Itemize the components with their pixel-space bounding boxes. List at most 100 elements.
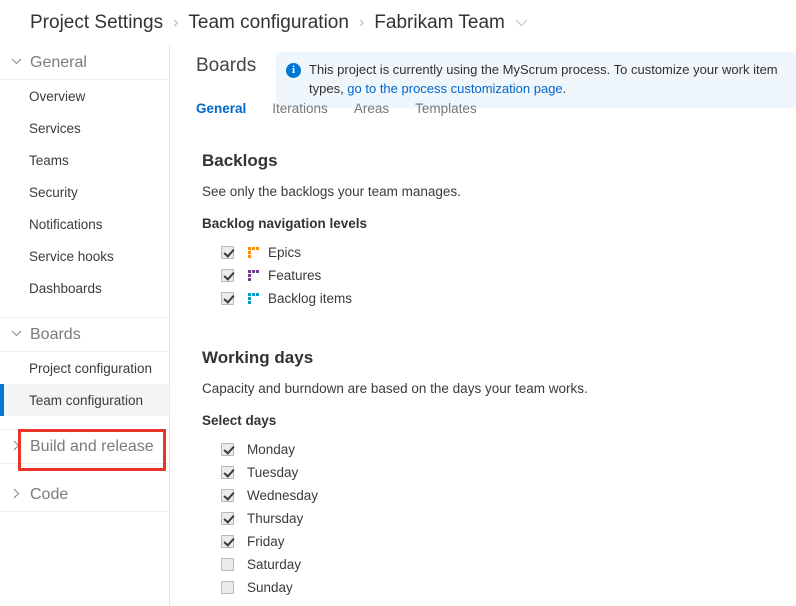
chevron-down-icon[interactable] — [515, 14, 528, 32]
working-day-row-wednesday[interactable]: Wednesday — [202, 484, 588, 507]
working-day-row-friday[interactable]: Friday — [202, 530, 588, 553]
breadcrumb-item-team-configuration[interactable]: Team configuration — [188, 12, 349, 34]
backlogs-description: See only the backlogs your team manages. — [202, 184, 461, 199]
breadcrumb-item-fabrikam-team[interactable]: Fabrikam Team — [374, 12, 505, 34]
breadcrumb-item-project-settings[interactable]: Project Settings — [30, 12, 163, 34]
working-days-description: Capacity and burndown are based on the d… — [202, 381, 588, 396]
working-day-label: Sunday — [247, 580, 293, 595]
work-item-level-icon — [248, 270, 259, 281]
working-day-checkbox-monday[interactable] — [221, 443, 234, 456]
chevron-down-glyph — [11, 58, 21, 65]
working-day-checkbox-tuesday[interactable] — [221, 466, 234, 479]
sidebar-section-build-and-release[interactable]: Build and release — [0, 430, 169, 464]
backlog-level-label: Epics — [268, 245, 302, 260]
sidebar-section-general[interactable]: General — [0, 46, 169, 80]
sidebar-item-service-hooks[interactable]: Service hooks — [0, 240, 169, 272]
sidebar-item-label: Services — [29, 120, 81, 136]
chevron-down-icon — [8, 57, 24, 68]
sidebar-item-label: Project configuration — [29, 360, 153, 376]
sidebar-item-label: Dashboards — [29, 280, 102, 296]
backlog-level-row-backlog-items[interactable]: Backlog items — [202, 287, 461, 310]
breadcrumb-separator-icon: › — [173, 14, 179, 31]
working-day-label: Friday — [247, 534, 285, 549]
breadcrumb-separator-icon: › — [358, 14, 365, 31]
working-day-checkbox-friday[interactable] — [221, 535, 234, 548]
working-day-checkbox-sunday[interactable] — [221, 581, 234, 594]
working-day-label: Monday — [247, 442, 296, 457]
app-root: Project Settings › Team configuration › … — [0, 0, 796, 606]
backlog-level-checkbox-backlog-items[interactable] — [221, 292, 234, 305]
working-day-label: Tuesday — [247, 465, 299, 480]
process-info-banner: i This project is currently using the My… — [276, 52, 796, 108]
sidebar-section-code[interactable]: Code — [0, 478, 169, 512]
backlog-level-checkbox-features[interactable] — [221, 269, 234, 282]
working-day-checkbox-saturday[interactable] — [221, 558, 234, 571]
sidebar-item-services[interactable]: Services — [0, 112, 169, 144]
backlog-level-label: Features — [268, 268, 322, 283]
sidebar-section-label: General — [30, 53, 87, 71]
sidebar-item-dashboards[interactable]: Dashboards — [0, 272, 169, 304]
sidebar-item-security[interactable]: Security — [0, 176, 169, 208]
sidebar: General Overview Services Teams Security… — [0, 46, 170, 606]
tab-iterations[interactable]: Iterations — [272, 101, 328, 118]
chevron-right-glyph — [13, 488, 19, 498]
process-customization-link[interactable]: go to the process customization page — [347, 81, 562, 96]
main-content: Boards i This project is currently using… — [171, 46, 796, 606]
sidebar-divider — [0, 416, 169, 430]
tab-general[interactable]: General — [196, 101, 246, 118]
working-day-row-saturday[interactable]: Saturday — [202, 553, 588, 576]
working-day-checkbox-thursday[interactable] — [221, 512, 234, 525]
sidebar-section-label: Build and release — [30, 437, 154, 455]
backlog-level-row-epics[interactable]: Epics — [202, 241, 461, 264]
working-day-row-tuesday[interactable]: Tuesday — [202, 461, 588, 484]
chevron-right-glyph — [13, 440, 19, 450]
sidebar-item-label: Service hooks — [29, 248, 114, 264]
breadcrumb: Project Settings › Team configuration › … — [0, 0, 796, 46]
sidebar-item-label: Team configuration — [29, 392, 144, 408]
sidebar-item-label: Notifications — [29, 216, 103, 232]
banner-text-after-link: . — [562, 80, 567, 96]
info-icon: i — [286, 63, 301, 78]
working-day-label: Thursday — [247, 511, 304, 526]
sidebar-item-label: Teams — [29, 152, 69, 168]
working-day-label: Saturday — [247, 557, 302, 572]
working-day-row-sunday[interactable]: Sunday — [202, 576, 588, 599]
sidebar-item-notifications[interactable]: Notifications — [0, 208, 169, 240]
work-item-level-icon — [248, 247, 259, 258]
sidebar-item-label: Security — [29, 184, 78, 200]
sidebar-item-team-configuration[interactable]: Team configuration — [0, 384, 169, 416]
sidebar-item-label: Overview — [29, 88, 86, 104]
backlog-level-label: Backlog items — [268, 291, 353, 306]
tab-areas[interactable]: Areas — [354, 101, 389, 118]
tab-templates[interactable]: Templates — [415, 101, 477, 118]
working-days-title: Working days — [202, 348, 314, 367]
working-day-checkbox-wednesday[interactable] — [221, 489, 234, 502]
sidebar-divider — [0, 304, 169, 318]
working-day-row-thursday[interactable]: Thursday — [202, 507, 588, 530]
sidebar-item-project-configuration[interactable]: Project configuration — [0, 352, 169, 384]
select-days-label: Select days — [202, 413, 277, 428]
working-day-label: Wednesday — [247, 488, 319, 503]
chevron-down-glyph — [515, 19, 528, 27]
work-item-level-icon — [248, 293, 259, 304]
page-title: Boards — [196, 55, 257, 76]
sidebar-item-overview[interactable]: Overview — [0, 80, 169, 112]
working-days-section: Working days Capacity and burndown are b… — [202, 348, 588, 599]
chevron-down-icon — [8, 329, 24, 340]
chevron-down-glyph — [11, 330, 21, 337]
backlog-navigation-levels-label: Backlog navigation levels — [202, 216, 368, 231]
sidebar-section-boards[interactable]: Boards — [0, 318, 169, 352]
tab-bar: General Iterations Areas Templates — [196, 101, 503, 118]
backlog-level-checkbox-epics[interactable] — [221, 246, 234, 259]
sidebar-item-teams[interactable]: Teams — [0, 144, 169, 176]
backlogs-title: Backlogs — [202, 151, 278, 170]
backlogs-section: Backlogs See only the backlogs your team… — [202, 151, 461, 310]
sidebar-section-label: Boards — [30, 325, 81, 343]
working-day-row-monday[interactable]: Monday — [202, 438, 588, 461]
chevron-right-icon — [8, 440, 24, 454]
banner-text: This project is currently using the MySc… — [309, 61, 786, 99]
sidebar-section-label: Code — [30, 485, 69, 503]
backlog-level-row-features[interactable]: Features — [202, 264, 461, 287]
chevron-right-icon — [8, 488, 24, 502]
